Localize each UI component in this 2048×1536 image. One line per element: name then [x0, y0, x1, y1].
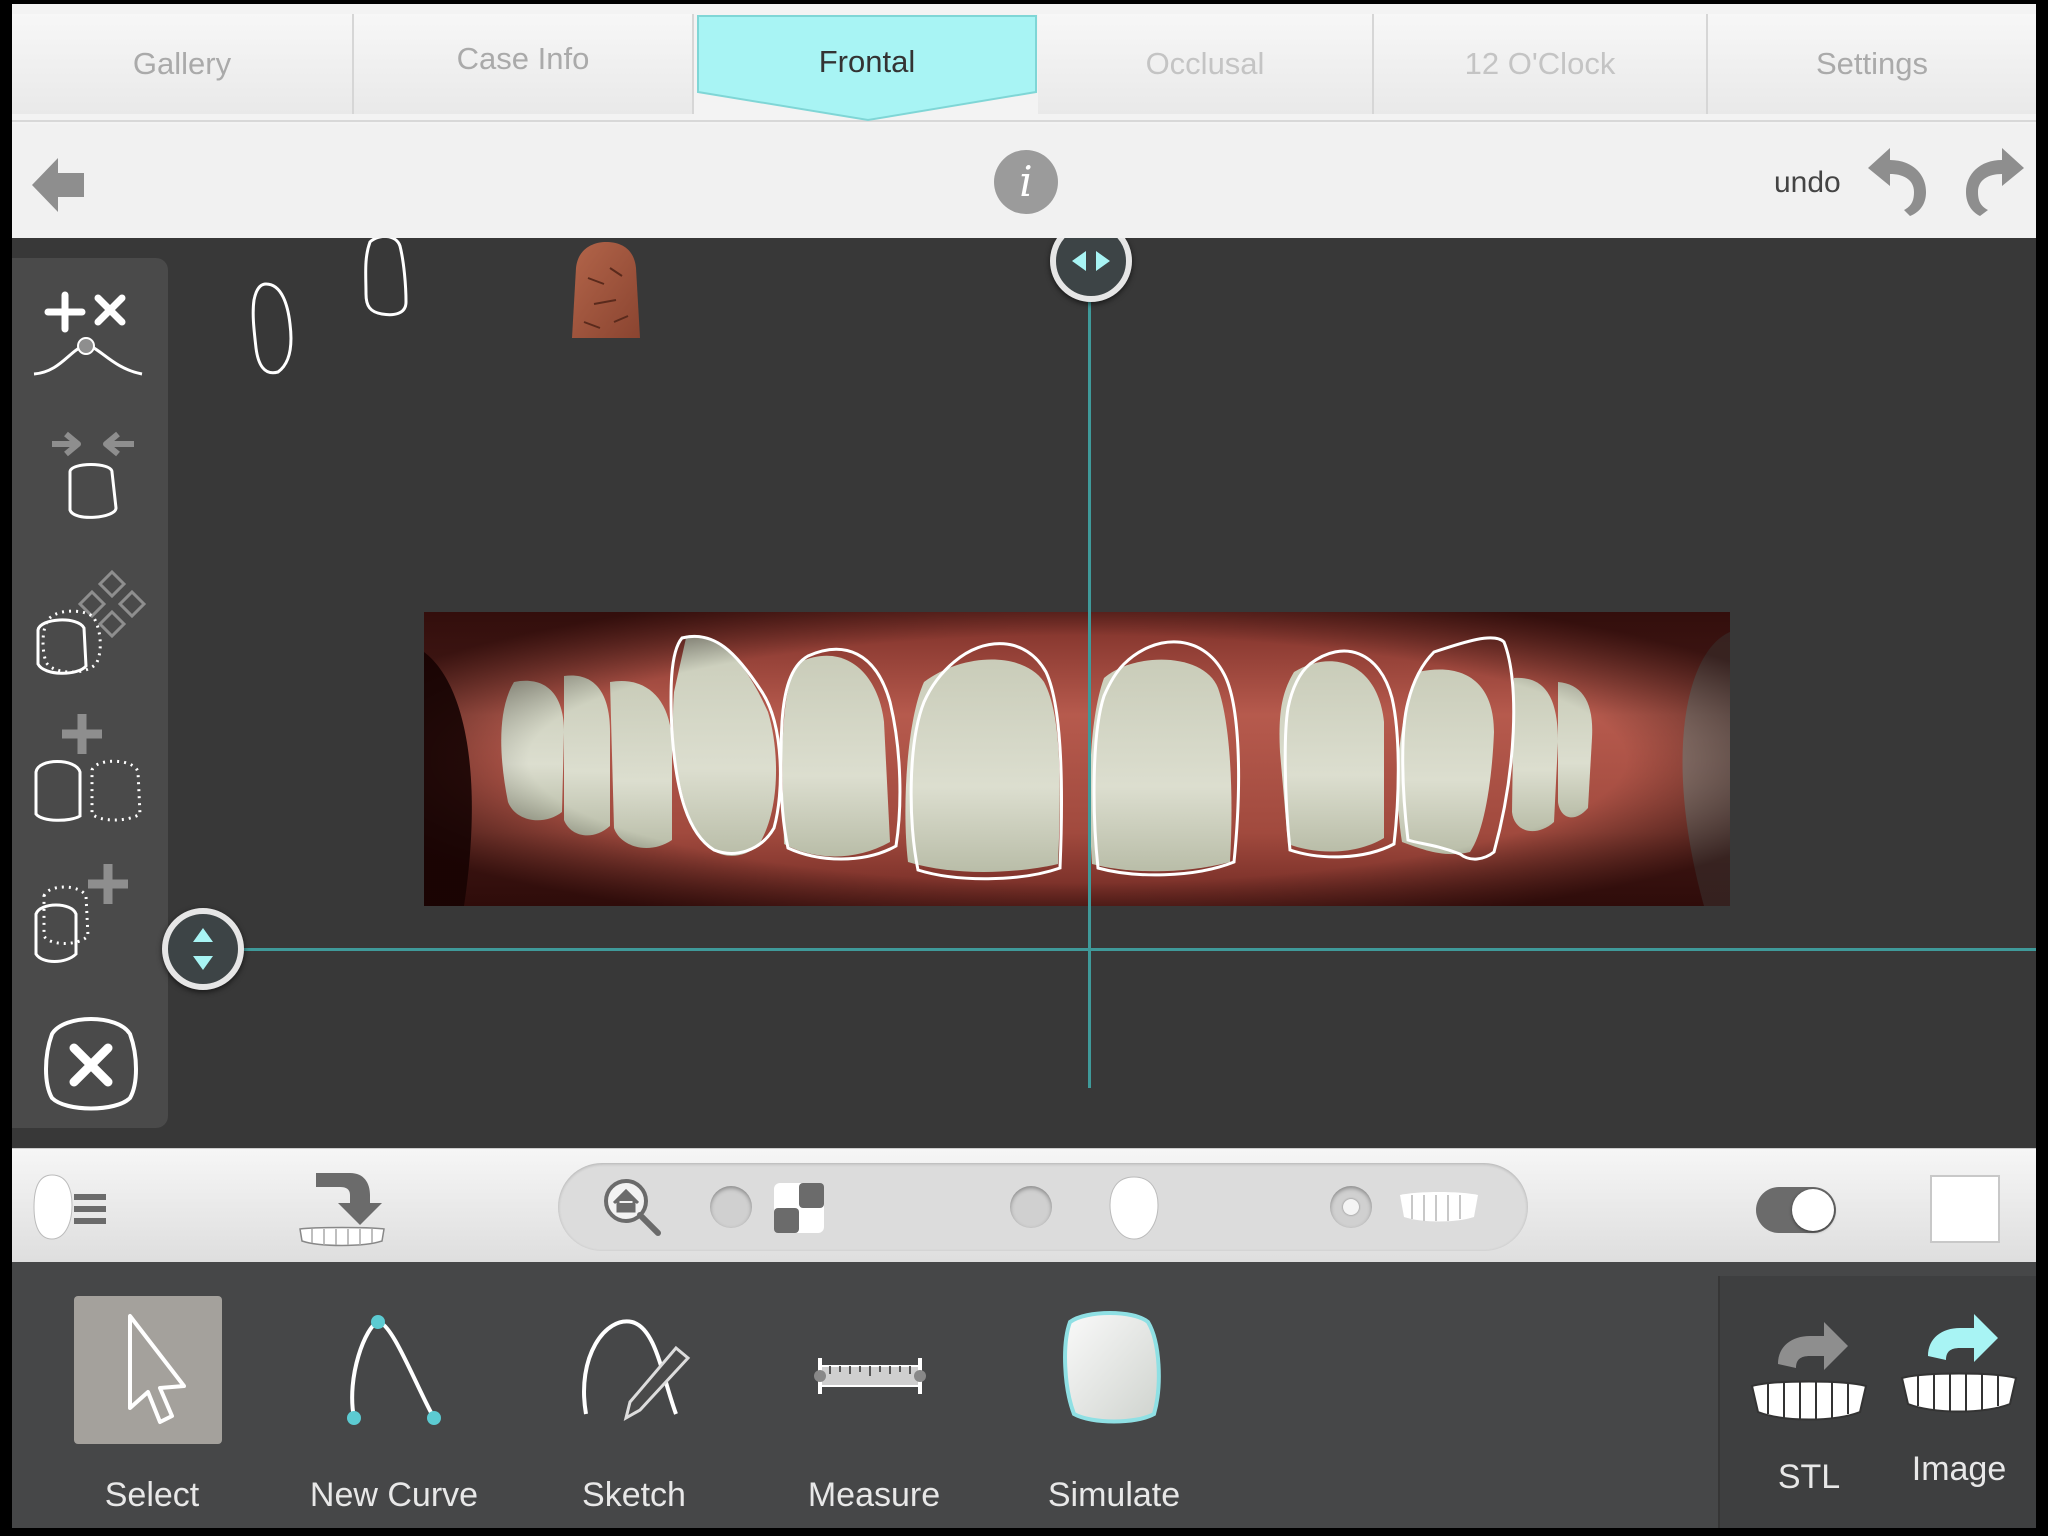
tab-label: Case Info [456, 41, 590, 76]
tool-label: Measure [807, 1476, 941, 1514]
tooth-texture-thumbnail[interactable] [564, 238, 648, 348]
undo-label: undo [1774, 166, 1841, 199]
bezier-curve-icon [316, 1296, 464, 1444]
tab-gallery[interactable]: Gallery [12, 14, 354, 114]
add-remove-point-icon[interactable] [30, 272, 154, 396]
home-zoom-icon[interactable] [600, 1175, 664, 1239]
tab-12-oclock[interactable]: 12 O'Clock [1374, 14, 1708, 114]
design-canvas[interactable] [12, 238, 2036, 1148]
info-icon[interactable]: i [994, 150, 1058, 214]
tab-case-info[interactable]: Case Info [354, 14, 694, 114]
face-icon [1106, 1173, 1162, 1243]
color-swatch[interactable] [1930, 1175, 2000, 1243]
ruler-measure-icon [796, 1296, 944, 1444]
tool-label: Sketch [582, 1476, 686, 1514]
tab-label: Settings [1815, 46, 1928, 81]
tool-label: New Curve [309, 1476, 479, 1514]
face-view-radio[interactable] [1010, 1186, 1052, 1228]
export-panel: STL Image [1718, 1276, 2036, 1528]
duplicate-shape-icon[interactable] [30, 704, 154, 828]
tab-occlusal[interactable]: Occlusal [1038, 14, 1374, 114]
tool-label: Simulate [1047, 1476, 1181, 1514]
add-shape-icon[interactable] [30, 854, 154, 978]
delete-shape-icon[interactable] [30, 1000, 154, 1124]
smile-photo [424, 612, 1730, 906]
app-frame: Gallery Case Info Frontal Occlusal 12 O'… [12, 4, 2036, 1528]
tab-label: Frontal [818, 44, 916, 79]
tab-label: 12 O'Clock [1464, 46, 1616, 81]
sketch-tool-button[interactable]: Sketch [544, 1296, 724, 1514]
tool-label: Select [104, 1476, 200, 1514]
tab-label: Occlusal [1145, 46, 1265, 81]
select-tool-button[interactable]: Select [62, 1296, 242, 1514]
checker-icon [774, 1183, 824, 1233]
tab-frontal[interactable]: Frontal [696, 10, 1038, 122]
tooth-simulate-icon [1036, 1296, 1184, 1444]
shrink-shape-icon[interactable] [30, 410, 154, 534]
undo-arrow-icon[interactable] [1864, 144, 1934, 218]
tab-settings[interactable]: Settings [1708, 14, 2036, 114]
teeth-view-radio[interactable] [1330, 1186, 1372, 1228]
tooth-outline-shape[interactable] [238, 278, 308, 378]
new-curve-tool-button[interactable]: New Curve [304, 1296, 484, 1514]
move-shape-icon[interactable] [30, 558, 154, 682]
face-menu-icon[interactable] [30, 1171, 114, 1243]
top-toolbar: i undo [12, 124, 2036, 238]
tab-bar: Gallery Case Info Frontal Occlusal 12 O'… [12, 4, 2036, 122]
tab-label: Gallery [132, 46, 232, 81]
arrow-left-icon[interactable] [28, 154, 88, 216]
toggle-knob [1792, 1189, 1834, 1231]
export-image-icon [1894, 1308, 2024, 1428]
horizontal-guide-drag-handle[interactable] [162, 908, 244, 990]
view-options-bar [12, 1148, 2036, 1262]
horizontal-guide-line[interactable] [202, 948, 2036, 951]
tools-panel: Select New Curve Sketch Measure Simulate… [12, 1262, 2036, 1528]
cursor-arrow-icon [74, 1296, 222, 1444]
teeth-icon [1398, 1187, 1480, 1227]
export-label: STL [1777, 1458, 1841, 1496]
view-mode-pill [558, 1163, 1528, 1251]
export-stl-button[interactable]: STL [1734, 1276, 1884, 1506]
simulate-tool-button[interactable]: Simulate [1024, 1296, 1204, 1514]
tooth-outline-shape[interactable] [354, 238, 424, 322]
export-image-button[interactable]: Image [1884, 1268, 2034, 1498]
measure-tool-button[interactable]: Measure [784, 1296, 964, 1514]
toggle-switch[interactable] [1756, 1187, 1836, 1233]
shape-tools-panel [12, 258, 168, 1128]
export-label: Image [1911, 1450, 2007, 1488]
checker-view-radio[interactable] [710, 1186, 752, 1228]
pencil-sketch-icon [556, 1296, 704, 1444]
import-teeth-icon[interactable] [294, 1167, 390, 1251]
midline-drag-handle[interactable] [1050, 238, 1132, 302]
vertical-midline-guide[interactable] [1088, 298, 1091, 1088]
export-stl-icon [1744, 1316, 1874, 1436]
redo-arrow-icon[interactable] [1958, 144, 2028, 218]
